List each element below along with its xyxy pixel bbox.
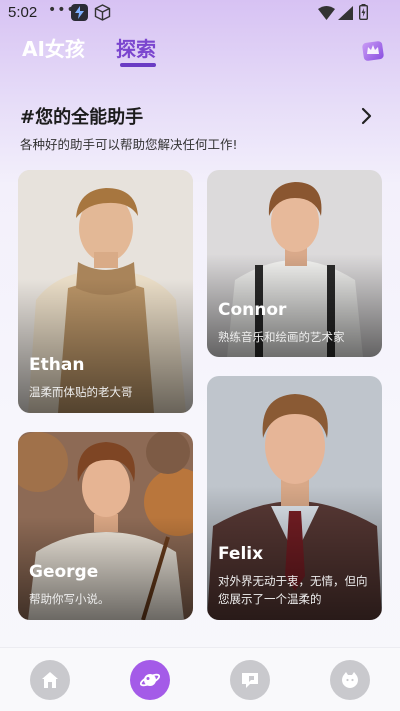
nav-chat-button[interactable]: [230, 660, 270, 700]
card-description: 熟练音乐和绘画的艺术家: [218, 330, 345, 344]
nav-profile-button[interactable]: [330, 660, 370, 700]
status-time: 5:02: [8, 4, 38, 21]
card-name: Connor: [218, 300, 287, 320]
status-bar: 5:02 •••: [0, 0, 400, 26]
tab-ai-girl[interactable]: AI女孩: [22, 33, 85, 62]
card-name: George: [29, 562, 99, 582]
tab-explore[interactable]: 探索: [116, 33, 156, 62]
card-description: 温柔而体贴的老大哥: [29, 385, 133, 399]
assistant-card-connor[interactable]: Connor 熟练音乐和绘画的艺术家: [207, 170, 382, 357]
battery-icon: [358, 4, 368, 24]
chevron-right-icon: [361, 107, 372, 125]
card-name: Ethan: [29, 355, 85, 375]
home-icon: [42, 672, 58, 688]
card-description: 对外界无动于衷，无情，但向您展示了一个温柔的: [218, 574, 368, 606]
face-icon: [342, 672, 358, 688]
active-tab-indicator: [120, 63, 156, 67]
assistant-card-george[interactable]: George 帮助你写小说。: [18, 432, 193, 620]
app-notification-icon: [71, 4, 88, 21]
planet-icon: [140, 673, 160, 687]
section-more-arrow[interactable]: [361, 107, 373, 129]
crown-icon: [362, 41, 384, 61]
card-description: 帮助你写小说。: [29, 592, 110, 606]
nav-home-button[interactable]: [30, 660, 70, 700]
signal-icon: [338, 5, 353, 24]
wifi-icon: [318, 5, 335, 24]
card-name: Felix: [218, 544, 264, 564]
chat-icon: [242, 673, 258, 688]
bottom-navigation: [0, 647, 400, 711]
box-notification-icon: [94, 4, 111, 25]
section-subtitle: 各种好的助手可以帮助您解决任何工作!: [20, 137, 238, 152]
nav-explore-button[interactable]: [130, 660, 170, 700]
premium-crown-button[interactable]: [360, 37, 386, 63]
assistant-card-felix[interactable]: Felix 对外界无动于衷，无情，但向您展示了一个温柔的: [207, 376, 382, 620]
assistant-card-ethan[interactable]: Ethan 温柔而体贴的老大哥: [18, 170, 193, 413]
section-title: #您的全能助手: [20, 107, 144, 128]
